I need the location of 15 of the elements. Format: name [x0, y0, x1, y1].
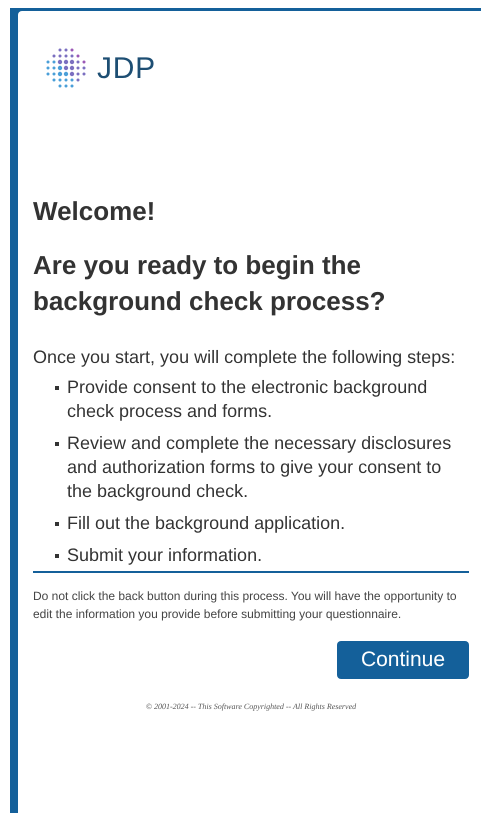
- intro-text: Once you start, you will complete the following steps:: [33, 346, 456, 369]
- step-text: Review and complete the necessary disclosures and authorization forms to give your consent to the background check.: [67, 432, 452, 503]
- bullet-icon: [55, 386, 59, 390]
- step-text: Provide consent to the electronic background check process and forms.: [67, 376, 428, 423]
- copyright-text: © 2001-2024 -- This Software Copyrighted -- All Rights Reserved: [144, 700, 358, 712]
- continue-button[interactable]: Continue: [336, 641, 469, 678]
- bullet-icon: [55, 554, 59, 558]
- step-text: Fill out the background application.: [67, 512, 346, 535]
- page-heading: Are you ready to begin the background check process?: [33, 249, 387, 318]
- bullet-icon: [55, 442, 59, 446]
- notice-text: Do not click the back button during this process. You will have the opportunity to edit the information you provide before submitting your questionnaire.: [33, 588, 458, 623]
- step-text: Submit your information.: [67, 544, 262, 567]
- logo-text: JDP: [97, 50, 156, 86]
- welcome-heading: Welcome!: [33, 195, 156, 227]
- bullet-icon: [55, 522, 59, 526]
